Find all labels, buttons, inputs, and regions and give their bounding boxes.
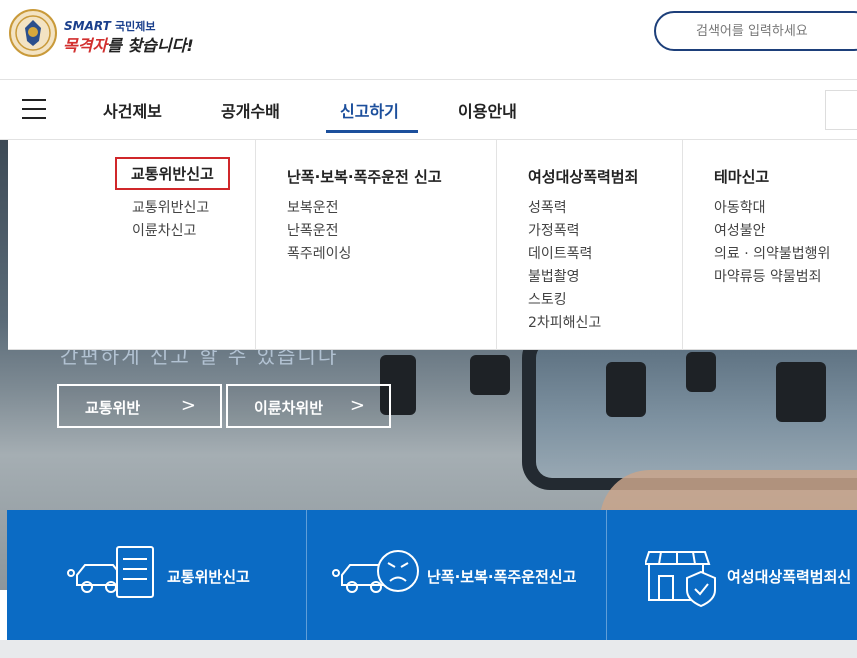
page-bottom [0,640,857,658]
quick-link-women-label: 여성대상폭력범죄신 [727,568,852,586]
phone-screen [536,342,857,478]
menu-column-theme: 테마신고 아동학대 여성불안 의료 · 의약불법행위 마약류등 약물범죄 [682,140,857,350]
chevron-right-icon: > [180,395,196,416]
menu-title-women[interactable]: 여성대상폭력범죄 [528,166,638,187]
hero-phone-image [522,330,857,490]
menu-item[interactable]: 아동학대 [714,197,766,217]
menu-column-reckless: 난폭·보복·폭주운전 신고 보복운전 난폭운전 폭주레이싱 [255,140,496,350]
hero-car [606,362,646,417]
quick-link-traffic[interactable]: 교통위반신고 [7,510,307,640]
nav-item-case-report[interactable]: 사건제보 [103,98,162,122]
menu-title-traffic[interactable]: 교통위반신고 [115,157,230,190]
hero-traffic-button[interactable]: 교통위반 > [57,384,222,428]
menu-item[interactable]: 데이트폭력 [528,243,592,263]
menu-item[interactable]: 보복운전 [287,197,339,217]
hero-car [686,352,716,392]
menu-item[interactable]: 마약류등 약물범죄 [714,266,822,286]
nav-active-indicator [326,130,418,133]
nav-item-wanted[interactable]: 공개수배 [221,98,280,122]
top-header: SMART 국민제보 목격자를 찾습니다! [0,0,857,80]
shop-shield-icon [645,551,716,608]
menu-item[interactable]: 2차피해신고 [528,312,601,332]
nav-right-button[interactable] [825,90,857,130]
search-box[interactable] [654,11,857,51]
angry-driver-icon [332,550,419,593]
chevron-right-icon: > [349,395,365,416]
quick-link-reckless[interactable]: 난폭·보복·폭주운전신고 [307,510,607,640]
hero-motorcycle-button[interactable]: 이륜차위반 > [226,384,391,428]
menu-title-reckless[interactable]: 난폭·보복·폭주운전 신고 [287,166,442,187]
logo-title: 목격자를 찾습니다! [63,36,194,55]
police-emblem-icon [9,9,57,57]
menu-item[interactable]: 스토킹 [528,289,567,309]
hero-car [470,355,510,395]
menu-icon[interactable] [22,99,46,119]
menu-item[interactable]: 의료 · 의약불법행위 [714,243,830,263]
menu-item[interactable]: 폭주레이싱 [287,243,351,263]
menu-title-theme[interactable]: 테마신고 [714,166,769,187]
menu-item[interactable]: 교통위반신고 [132,197,209,217]
nav-item-report[interactable]: 신고하기 [340,98,399,122]
main-nav: 사건제보 공개수배 신고하기 이용안내 [0,80,857,140]
menu-item[interactable]: 성폭력 [528,197,567,217]
quick-link-traffic-label: 교통위반신고 [167,568,250,586]
quick-link-women[interactable]: 여성대상폭력범죄신 [607,510,857,640]
menu-item[interactable]: 불법촬영 [528,266,580,286]
quick-link-strip: 교통위반신고 난폭·보복·폭주운전신고 여성대상폭력범죄신 [7,510,857,640]
hero-traffic-button-label: 교통위반 [85,399,141,417]
menu-item[interactable]: 난폭운전 [287,220,339,240]
search-input[interactable] [696,20,856,42]
menu-item[interactable]: 이륜차신고 [132,220,196,240]
hero-motorcycle-button-label: 이륜차위반 [254,399,324,417]
menu-column-women: 여성대상폭력범죄 성폭력 가정폭력 데이트폭력 불법촬영 스토킹 2차피해신고 [496,140,682,350]
nav-item-guide[interactable]: 이용안내 [458,98,517,122]
hero-car [776,362,826,422]
page: SMART 국민제보 목격자를 찾습니다! 사건제보 공개수배 신고하기 이용안… [0,0,857,658]
quick-link-reckless-label: 난폭·보복·폭주운전신고 [427,568,577,586]
mega-menu: 교통위반신고 교통위반신고 이륜차신고 난폭·보복·폭주운전 신고 보복운전 난… [8,140,857,350]
menu-column-traffic: 교통위반신고 교통위반신고 이륜차신고 [8,140,255,350]
traffic-report-icon [67,546,154,598]
menu-item[interactable]: 여성불안 [714,220,766,240]
site-logo[interactable]: SMART 국민제보 목격자를 찾습니다! [8,8,208,60]
menu-item[interactable]: 가정폭력 [528,220,580,240]
